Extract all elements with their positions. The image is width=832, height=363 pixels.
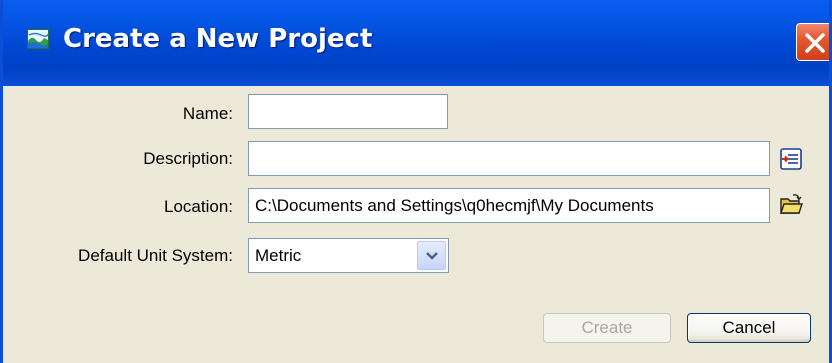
window-title: Create a New Project [63, 24, 373, 54]
open-folder-icon[interactable] [779, 193, 803, 217]
location-input[interactable]: C:\Documents and Settings\q0hecmjf\My Do… [248, 188, 770, 223]
description-input[interactable] [248, 141, 770, 176]
cancel-button[interactable]: Cancel [687, 313, 811, 343]
edit-text-icon[interactable] [779, 147, 803, 171]
location-label: Location: [164, 197, 233, 216]
create-project-dialog: Create a New Project Name: Description: … [0, 0, 832, 363]
description-label: Description: [143, 149, 233, 168]
landscape-app-icon [27, 29, 49, 49]
dropdown-button[interactable] [417, 241, 446, 270]
close-icon [805, 33, 825, 53]
unit-system-label: Default Unit System: [78, 246, 233, 265]
create-button[interactable]: Create [543, 313, 671, 343]
name-label: Name: [182, 104, 233, 123]
chevron-down-icon [426, 252, 438, 260]
close-button[interactable] [796, 23, 829, 61]
name-input[interactable] [248, 94, 448, 129]
title-bar[interactable]: Create a New Project [3, 0, 829, 86]
